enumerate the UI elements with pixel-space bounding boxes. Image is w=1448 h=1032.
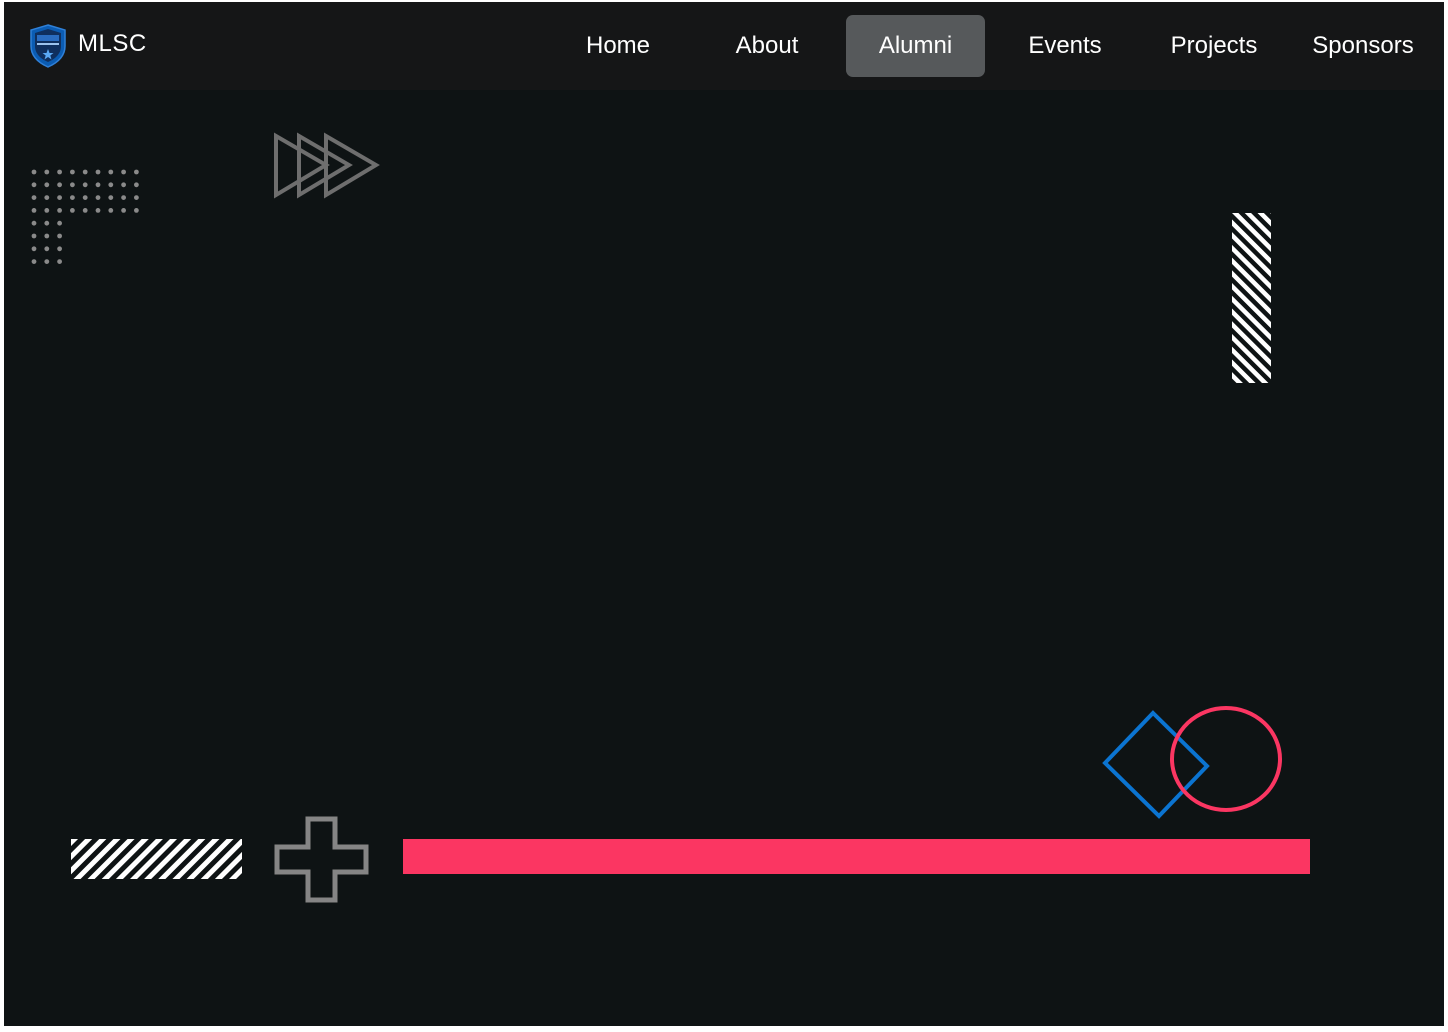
dot	[95, 208, 101, 213]
dot	[44, 259, 50, 264]
dot	[44, 220, 50, 226]
dot	[108, 195, 114, 200]
dot	[70, 169, 75, 175]
dot	[70, 182, 75, 188]
dot	[31, 220, 37, 226]
dot	[57, 246, 62, 252]
page-frame: MLSC Home About Alumni Events Projects S…	[4, 2, 1444, 1026]
dot	[44, 208, 50, 213]
dot	[44, 169, 50, 175]
dot-grid-icon	[31, 169, 139, 264]
dot	[70, 195, 75, 200]
dot	[82, 208, 88, 213]
dot	[134, 182, 139, 188]
dot	[57, 208, 62, 213]
dot	[82, 195, 88, 200]
dot	[31, 246, 37, 252]
dot	[121, 208, 126, 213]
dot	[134, 195, 139, 200]
dot	[108, 182, 114, 188]
pink-circle-outline-icon	[1170, 706, 1282, 812]
dot	[57, 259, 62, 264]
dot	[57, 220, 62, 226]
dot	[31, 259, 37, 264]
dot	[31, 208, 37, 213]
dot	[44, 246, 50, 252]
nav-sponsors[interactable]: Sponsors	[1293, 15, 1433, 77]
dot	[134, 169, 139, 175]
navbar: MLSC Home About Alumni Events Projects S…	[4, 2, 1444, 90]
dot	[31, 169, 37, 175]
dot	[134, 208, 139, 213]
triple-triangle-icon	[274, 132, 380, 199]
dot	[108, 169, 114, 175]
dot	[121, 169, 126, 175]
dot	[70, 208, 75, 213]
striped-horizontal-bar-icon	[71, 839, 242, 879]
dot	[44, 195, 50, 200]
striped-vertical-bar-icon	[1232, 213, 1271, 383]
dot	[57, 182, 62, 188]
dot	[108, 208, 114, 213]
dot	[44, 233, 50, 239]
nav-about[interactable]: About	[697, 15, 837, 77]
dot	[31, 195, 37, 200]
dot	[95, 169, 101, 175]
dot	[57, 195, 62, 200]
dot	[95, 182, 101, 188]
dot	[31, 233, 37, 239]
nav-home[interactable]: Home	[548, 15, 688, 77]
dot	[44, 182, 50, 188]
dot	[57, 169, 62, 175]
dot	[57, 233, 62, 239]
pink-bar-icon	[403, 839, 1310, 874]
nav-alumni[interactable]: Alumni	[846, 15, 985, 77]
dot	[95, 195, 101, 200]
nav-events[interactable]: Events	[995, 15, 1135, 77]
nav-projects[interactable]: Projects	[1144, 15, 1284, 77]
plus-outline-icon	[274, 816, 369, 903]
dot	[121, 195, 126, 200]
dot	[31, 182, 37, 188]
main-nav: Home About Alumni Events Projects Sponso…	[4, 15, 1444, 77]
dot	[82, 169, 88, 175]
dot	[82, 182, 88, 188]
dot	[121, 182, 126, 188]
